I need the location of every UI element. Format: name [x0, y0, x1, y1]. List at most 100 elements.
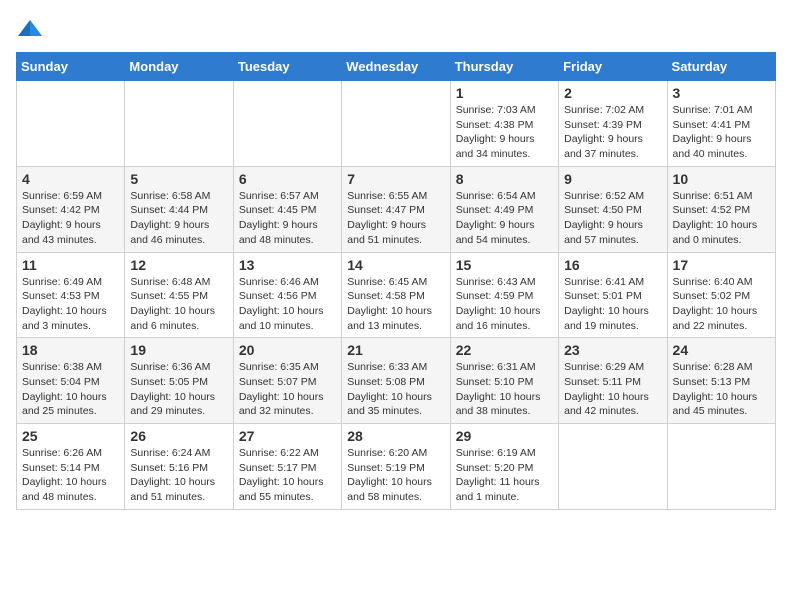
day-info: Sunrise: 7:03 AM Sunset: 4:38 PM Dayligh…	[456, 103, 553, 162]
calendar-cell	[342, 81, 450, 167]
day-number: 20	[239, 342, 336, 358]
day-info: Sunrise: 6:19 AM Sunset: 5:20 PM Dayligh…	[456, 446, 553, 505]
calendar-cell: 11 Sunrise: 6:49 AM Sunset: 4:53 PM Dayli…	[17, 252, 125, 338]
calendar-cell: 20 Sunrise: 6:35 AM Sunset: 5:07 PM Dayli…	[233, 338, 341, 424]
calendar-cell: 23 Sunrise: 6:29 AM Sunset: 5:11 PM Dayli…	[559, 338, 667, 424]
day-info: Sunrise: 6:45 AM Sunset: 4:58 PM Dayligh…	[347, 275, 444, 334]
day-number: 16	[564, 257, 661, 273]
day-info: Sunrise: 6:35 AM Sunset: 5:07 PM Dayligh…	[239, 360, 336, 419]
day-info: Sunrise: 6:59 AM Sunset: 4:42 PM Dayligh…	[22, 189, 119, 248]
calendar-cell: 2 Sunrise: 7:02 AM Sunset: 4:39 PM Daylig…	[559, 81, 667, 167]
day-number: 1	[456, 85, 553, 101]
day-info: Sunrise: 6:24 AM Sunset: 5:16 PM Dayligh…	[130, 446, 227, 505]
day-info: Sunrise: 6:29 AM Sunset: 5:11 PM Dayligh…	[564, 360, 661, 419]
day-number: 11	[22, 257, 119, 273]
calendar-cell: 24 Sunrise: 6:28 AM Sunset: 5:13 PM Dayli…	[667, 338, 775, 424]
calendar-cell	[559, 424, 667, 510]
day-number: 9	[564, 171, 661, 187]
calendar-cell: 18 Sunrise: 6:38 AM Sunset: 5:04 PM Dayli…	[17, 338, 125, 424]
calendar-week-row: 25 Sunrise: 6:26 AM Sunset: 5:14 PM Dayli…	[17, 424, 776, 510]
day-number: 14	[347, 257, 444, 273]
day-number: 22	[456, 342, 553, 358]
day-number: 2	[564, 85, 661, 101]
day-number: 13	[239, 257, 336, 273]
calendar-cell	[17, 81, 125, 167]
calendar-week-row: 18 Sunrise: 6:38 AM Sunset: 5:04 PM Dayli…	[17, 338, 776, 424]
calendar-cell: 22 Sunrise: 6:31 AM Sunset: 5:10 PM Dayli…	[450, 338, 558, 424]
calendar-week-row: 1 Sunrise: 7:03 AM Sunset: 4:38 PM Daylig…	[17, 81, 776, 167]
calendar-cell: 13 Sunrise: 6:46 AM Sunset: 4:56 PM Dayli…	[233, 252, 341, 338]
day-number: 19	[130, 342, 227, 358]
day-info: Sunrise: 6:33 AM Sunset: 5:08 PM Dayligh…	[347, 360, 444, 419]
day-info: Sunrise: 7:02 AM Sunset: 4:39 PM Dayligh…	[564, 103, 661, 162]
day-info: Sunrise: 6:40 AM Sunset: 5:02 PM Dayligh…	[673, 275, 770, 334]
day-number: 3	[673, 85, 770, 101]
calendar-cell: 17 Sunrise: 6:40 AM Sunset: 5:02 PM Dayli…	[667, 252, 775, 338]
calendar-cell	[667, 424, 775, 510]
day-info: Sunrise: 6:36 AM Sunset: 5:05 PM Dayligh…	[130, 360, 227, 419]
calendar-cell: 19 Sunrise: 6:36 AM Sunset: 5:05 PM Dayli…	[125, 338, 233, 424]
calendar-cell: 25 Sunrise: 6:26 AM Sunset: 5:14 PM Dayli…	[17, 424, 125, 510]
calendar-header-row: SundayMondayTuesdayWednesdayThursdayFrid…	[17, 53, 776, 81]
day-of-week-header: Friday	[559, 53, 667, 81]
day-number: 29	[456, 428, 553, 444]
day-number: 18	[22, 342, 119, 358]
day-number: 27	[239, 428, 336, 444]
day-info: Sunrise: 6:52 AM Sunset: 4:50 PM Dayligh…	[564, 189, 661, 248]
calendar-week-row: 11 Sunrise: 6:49 AM Sunset: 4:53 PM Dayli…	[17, 252, 776, 338]
calendar-cell: 4 Sunrise: 6:59 AM Sunset: 4:42 PM Daylig…	[17, 166, 125, 252]
day-info: Sunrise: 6:41 AM Sunset: 5:01 PM Dayligh…	[564, 275, 661, 334]
day-info: Sunrise: 6:54 AM Sunset: 4:49 PM Dayligh…	[456, 189, 553, 248]
day-number: 25	[22, 428, 119, 444]
day-number: 21	[347, 342, 444, 358]
calendar-cell: 15Sunrise: 6:43 AM Sunset: 4:59 PM Dayli…	[450, 252, 558, 338]
calendar-cell: 7Sunrise: 6:55 AM Sunset: 4:47 PM Daylig…	[342, 166, 450, 252]
calendar-cell: 9 Sunrise: 6:52 AM Sunset: 4:50 PM Daylig…	[559, 166, 667, 252]
calendar-week-row: 4 Sunrise: 6:59 AM Sunset: 4:42 PM Daylig…	[17, 166, 776, 252]
day-info: Sunrise: 6:57 AM Sunset: 4:45 PM Dayligh…	[239, 189, 336, 248]
day-info: Sunrise: 6:20 AM Sunset: 5:19 PM Dayligh…	[347, 446, 444, 505]
calendar-cell: 5 Sunrise: 6:58 AM Sunset: 4:44 PM Daylig…	[125, 166, 233, 252]
day-of-week-header: Wednesday	[342, 53, 450, 81]
day-number: 24	[673, 342, 770, 358]
logo-icon	[16, 16, 44, 44]
calendar-cell: 3 Sunrise: 7:01 AM Sunset: 4:41 PM Daylig…	[667, 81, 775, 167]
day-info: Sunrise: 6:26 AM Sunset: 5:14 PM Dayligh…	[22, 446, 119, 505]
calendar-cell: 12 Sunrise: 6:48 AM Sunset: 4:55 PM Dayli…	[125, 252, 233, 338]
page-header	[16, 16, 776, 44]
day-number: 5	[130, 171, 227, 187]
day-number: 4	[22, 171, 119, 187]
day-info: Sunrise: 6:49 AM Sunset: 4:53 PM Dayligh…	[22, 275, 119, 334]
calendar-cell: 6 Sunrise: 6:57 AM Sunset: 4:45 PM Daylig…	[233, 166, 341, 252]
day-info: Sunrise: 6:43 AM Sunset: 4:59 PM Dayligh…	[456, 275, 553, 334]
day-info: Sunrise: 6:58 AM Sunset: 4:44 PM Dayligh…	[130, 189, 227, 248]
day-number: 6	[239, 171, 336, 187]
calendar-cell: 14 Sunrise: 6:45 AM Sunset: 4:58 PM Dayli…	[342, 252, 450, 338]
day-of-week-header: Saturday	[667, 53, 775, 81]
day-number: 17	[673, 257, 770, 273]
day-number: 26	[130, 428, 227, 444]
calendar-cell: 21 Sunrise: 6:33 AM Sunset: 5:08 PM Dayli…	[342, 338, 450, 424]
day-number: 12	[130, 257, 227, 273]
day-info: Sunrise: 6:38 AM Sunset: 5:04 PM Dayligh…	[22, 360, 119, 419]
calendar-cell	[233, 81, 341, 167]
day-info: Sunrise: 6:51 AM Sunset: 4:52 PM Dayligh…	[673, 189, 770, 248]
calendar-cell: 1 Sunrise: 7:03 AM Sunset: 4:38 PM Daylig…	[450, 81, 558, 167]
day-of-week-header: Monday	[125, 53, 233, 81]
day-of-week-header: Thursday	[450, 53, 558, 81]
day-info: Sunrise: 6:48 AM Sunset: 4:55 PM Dayligh…	[130, 275, 227, 334]
calendar-cell: 28 Sunrise: 6:20 AM Sunset: 5:19 PM Dayli…	[342, 424, 450, 510]
day-number: 23	[564, 342, 661, 358]
calendar-cell: 16 Sunrise: 6:41 AM Sunset: 5:01 PM Dayli…	[559, 252, 667, 338]
day-info: Sunrise: 7:01 AM Sunset: 4:41 PM Dayligh…	[673, 103, 770, 162]
day-of-week-header: Tuesday	[233, 53, 341, 81]
calendar-cell: 29 Sunrise: 6:19 AM Sunset: 5:20 PM Dayli…	[450, 424, 558, 510]
day-info: Sunrise: 6:46 AM Sunset: 4:56 PM Dayligh…	[239, 275, 336, 334]
day-info: Sunrise: 6:31 AM Sunset: 5:10 PM Dayligh…	[456, 360, 553, 419]
day-info: Sunrise: 6:28 AM Sunset: 5:13 PM Dayligh…	[673, 360, 770, 419]
calendar-cell: 8Sunrise: 6:54 AM Sunset: 4:49 PM Daylig…	[450, 166, 558, 252]
day-number: 10	[673, 171, 770, 187]
day-number: 28	[347, 428, 444, 444]
day-info: Sunrise: 6:22 AM Sunset: 5:17 PM Dayligh…	[239, 446, 336, 505]
day-info: Sunrise: 6:55 AM Sunset: 4:47 PM Dayligh…	[347, 189, 444, 248]
